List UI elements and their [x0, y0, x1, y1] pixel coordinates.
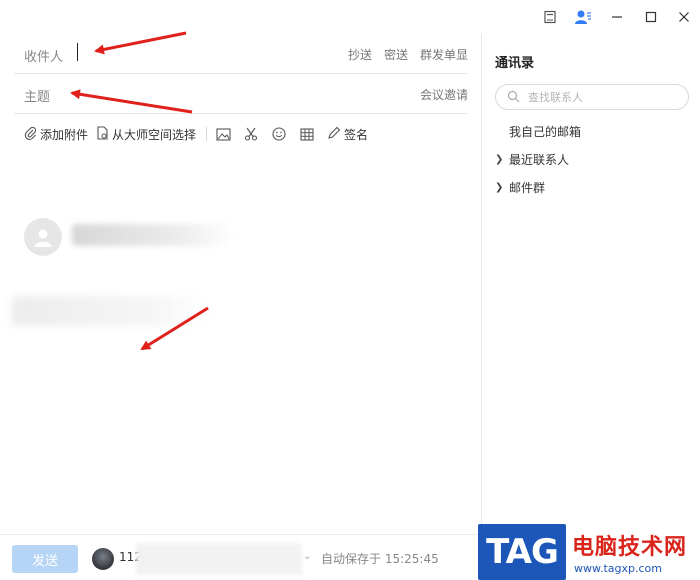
- signature-button[interactable]: 签名: [327, 126, 368, 143]
- send-button[interactable]: 发送: [12, 545, 78, 573]
- message-body-editor[interactable]: [0, 150, 481, 534]
- master-space-label: 从大师空间选择: [112, 127, 197, 142]
- scissors-icon[interactable]: [243, 126, 259, 142]
- contact-item-recent[interactable]: ❯ 最近联系人: [495, 151, 569, 168]
- contact-search-input[interactable]: [528, 88, 678, 106]
- document-icon: [96, 125, 109, 143]
- default-avatar-icon: [24, 218, 62, 256]
- contact-item-my-mailbox[interactable]: 我自己的邮箱: [509, 123, 581, 140]
- attach-label: 添加附件: [40, 127, 89, 142]
- attach-button[interactable]: 添加附件: [24, 126, 88, 143]
- contacts-title: 通讯录: [495, 56, 535, 71]
- account-blurred: [136, 543, 302, 575]
- subject-label: 主题: [24, 90, 51, 105]
- chevron-down-icon[interactable]: ⌄: [303, 551, 311, 562]
- image-icon[interactable]: [215, 126, 231, 142]
- chevron-right-icon: ❯: [495, 182, 504, 193]
- bcc-link[interactable]: 密送: [384, 46, 408, 63]
- recipient-label: 收件人: [24, 50, 64, 65]
- cc-link[interactable]: 抄送: [348, 46, 372, 63]
- recipient-field[interactable]: 收件人 抄送 密送 群发单显: [14, 34, 468, 74]
- chevron-right-icon: ❯: [495, 154, 504, 165]
- search-icon: [507, 90, 520, 106]
- signature-blurred-name: [72, 224, 234, 246]
- group-separate-link[interactable]: 群发单显: [420, 46, 468, 63]
- contact-item-label: 我自己的邮箱: [509, 125, 582, 139]
- contacts-panel: 通讯录 我自己的邮箱 ❯ 最近联系人 ❯ 邮件群: [481, 34, 700, 580]
- editor-toolbar: 添加附件 从大师空间选择 签名: [24, 124, 376, 144]
- signature-label: 签名: [344, 127, 369, 142]
- autosave-status: 自动保存于 15:25:45: [321, 552, 439, 566]
- minimize-icon[interactable]: [606, 6, 628, 28]
- meeting-invite-link[interactable]: 会议邀请: [420, 86, 468, 103]
- contact-item-label: 邮件群: [509, 181, 546, 195]
- contacts-person-icon[interactable]: [572, 6, 594, 28]
- watermark-logo: TAG: [478, 524, 566, 580]
- site-watermark: TAG 电脑技术网 www.tagxp.com: [478, 524, 700, 580]
- subject-actions: 会议邀请: [420, 86, 468, 103]
- compose-panel: 收件人 抄送 密送 群发单显 主题 会议邀请 添加附件 从大师空间选择 签名 发…: [0, 34, 481, 580]
- notepad-icon[interactable]: [539, 6, 561, 28]
- close-icon[interactable]: [673, 6, 695, 28]
- watermark-site-name: 电脑技术网: [572, 535, 688, 560]
- emoji-icon[interactable]: [271, 126, 287, 142]
- signature-blurred-text: [12, 296, 212, 326]
- compose-bottom-bar: 发送 112 ⌄ 自动保存于 15:25:45: [0, 534, 481, 580]
- maximize-icon[interactable]: [640, 6, 662, 28]
- pen-icon: [327, 126, 341, 143]
- master-space-button[interactable]: 从大师空间选择: [96, 125, 197, 143]
- contact-item-label: 最近联系人: [509, 153, 570, 167]
- watermark-url: www.tagxp.com: [574, 562, 662, 575]
- contact-search-box[interactable]: [495, 84, 689, 110]
- account-avatar: [92, 548, 114, 570]
- paperclip-icon: [24, 126, 37, 143]
- toolbar-divider: [206, 127, 208, 141]
- table-icon[interactable]: [299, 126, 315, 142]
- subject-field[interactable]: 主题 会议邀请: [14, 74, 468, 114]
- recipient-actions: 抄送 密送 群发单显: [348, 46, 468, 63]
- text-caret: [77, 43, 78, 61]
- title-bar: [0, 0, 700, 34]
- contact-item-mail-groups[interactable]: ❯ 邮件群: [495, 179, 545, 196]
